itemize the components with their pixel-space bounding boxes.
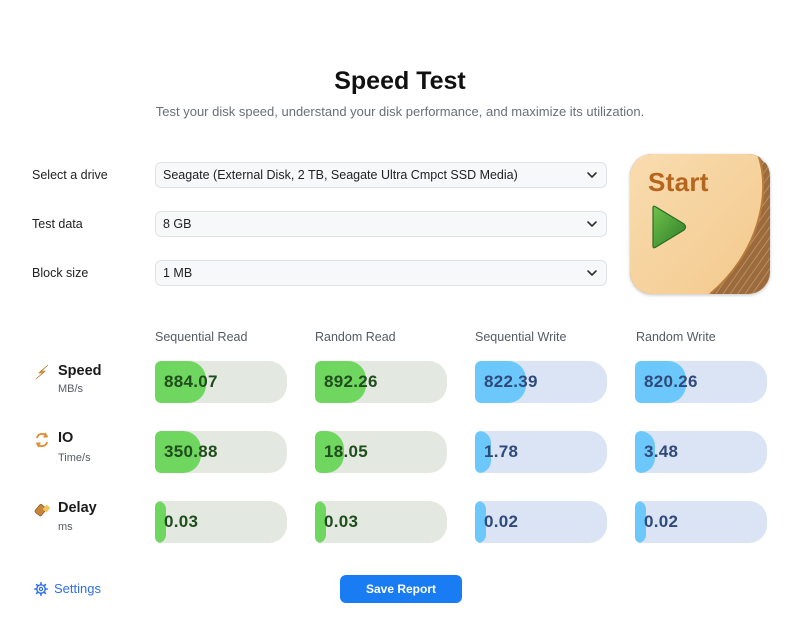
cell-value: 0.02 xyxy=(644,512,679,531)
start-button[interactable]: Start xyxy=(630,154,770,294)
cell-io-random-write: 3.48 xyxy=(635,431,767,473)
lightning-icon xyxy=(35,364,49,380)
page-subtitle: Test your disk speed, understand your di… xyxy=(155,104,645,119)
drive-select[interactable]: Seagate (External Disk, 2 TB, Seagate Ul… xyxy=(155,162,607,188)
cell-delay-sequential-read: 0.03 xyxy=(155,501,287,543)
cell-speed-sequential-read: 884.07 xyxy=(155,361,287,403)
cell-speed-sequential-write: 822.39 xyxy=(475,361,607,403)
blocksize-select[interactable]: 1 MB xyxy=(155,260,607,286)
cell-value: 820.26 xyxy=(644,372,698,391)
chevron-down-icon xyxy=(587,270,597,276)
cell-value: 0.03 xyxy=(164,512,199,531)
cell-value: 3.48 xyxy=(644,442,679,461)
chevron-down-icon xyxy=(587,221,597,227)
metric-speed-unit: MB/s xyxy=(58,383,84,395)
play-icon xyxy=(652,205,687,249)
cell-value: 822.39 xyxy=(484,372,538,391)
cell-io-sequential-write: 1.78 xyxy=(475,431,607,473)
cell-speed-random-write: 820.26 xyxy=(635,361,767,403)
settings-link[interactable]: Settings xyxy=(34,581,101,596)
metric-delay-name: Delay xyxy=(58,500,97,516)
drive-select-value: Seagate (External Disk, 2 TB, Seagate Ul… xyxy=(163,168,518,182)
chevron-down-icon xyxy=(587,172,597,178)
cell-value: 1.78 xyxy=(484,442,519,461)
page-title: Speed Test xyxy=(334,67,466,95)
cell-io-sequential-read: 350.88 xyxy=(155,431,287,473)
drive-label: Select a drive xyxy=(32,168,108,182)
cell-delay-random-read: 0.03 xyxy=(315,501,447,543)
col-header-random-read: Random Read xyxy=(315,330,396,344)
col-header-random-write: Random Write xyxy=(636,330,716,344)
blocksize-select-value: 1 MB xyxy=(163,266,193,280)
cell-value: 18.05 xyxy=(324,442,369,461)
refresh-arrows-icon xyxy=(35,432,49,448)
metric-io-name: IO xyxy=(58,430,74,446)
save-report-button[interactable]: Save Report xyxy=(340,575,462,603)
testdata-select-value: 8 GB xyxy=(163,217,192,231)
gear-icon xyxy=(34,581,48,596)
metric-speed-name: Speed xyxy=(58,363,102,379)
cell-value: 0.03 xyxy=(324,512,359,531)
settings-label: Settings xyxy=(54,581,101,596)
blocksize-label: Block size xyxy=(32,266,89,280)
cell-value: 884.07 xyxy=(164,372,218,391)
metric-delay-unit: ms xyxy=(58,521,73,533)
metric-io-unit: Time/s xyxy=(58,452,91,464)
cell-value: 350.88 xyxy=(164,442,218,461)
cell-delay-random-write: 0.02 xyxy=(635,501,767,543)
eraser-icon xyxy=(34,504,50,517)
col-header-sequential-write: Sequential Write xyxy=(475,330,567,344)
testdata-label: Test data xyxy=(32,217,83,231)
start-label: Start xyxy=(648,167,709,197)
cell-delay-sequential-write: 0.02 xyxy=(475,501,607,543)
cell-value: 0.02 xyxy=(484,512,519,531)
cell-value: 892.26 xyxy=(324,372,378,391)
cell-speed-random-read: 892.26 xyxy=(315,361,447,403)
col-header-sequential-read: Sequential Read xyxy=(155,330,248,344)
cell-io-random-read: 18.05 xyxy=(315,431,447,473)
testdata-select[interactable]: 8 GB xyxy=(155,211,607,237)
